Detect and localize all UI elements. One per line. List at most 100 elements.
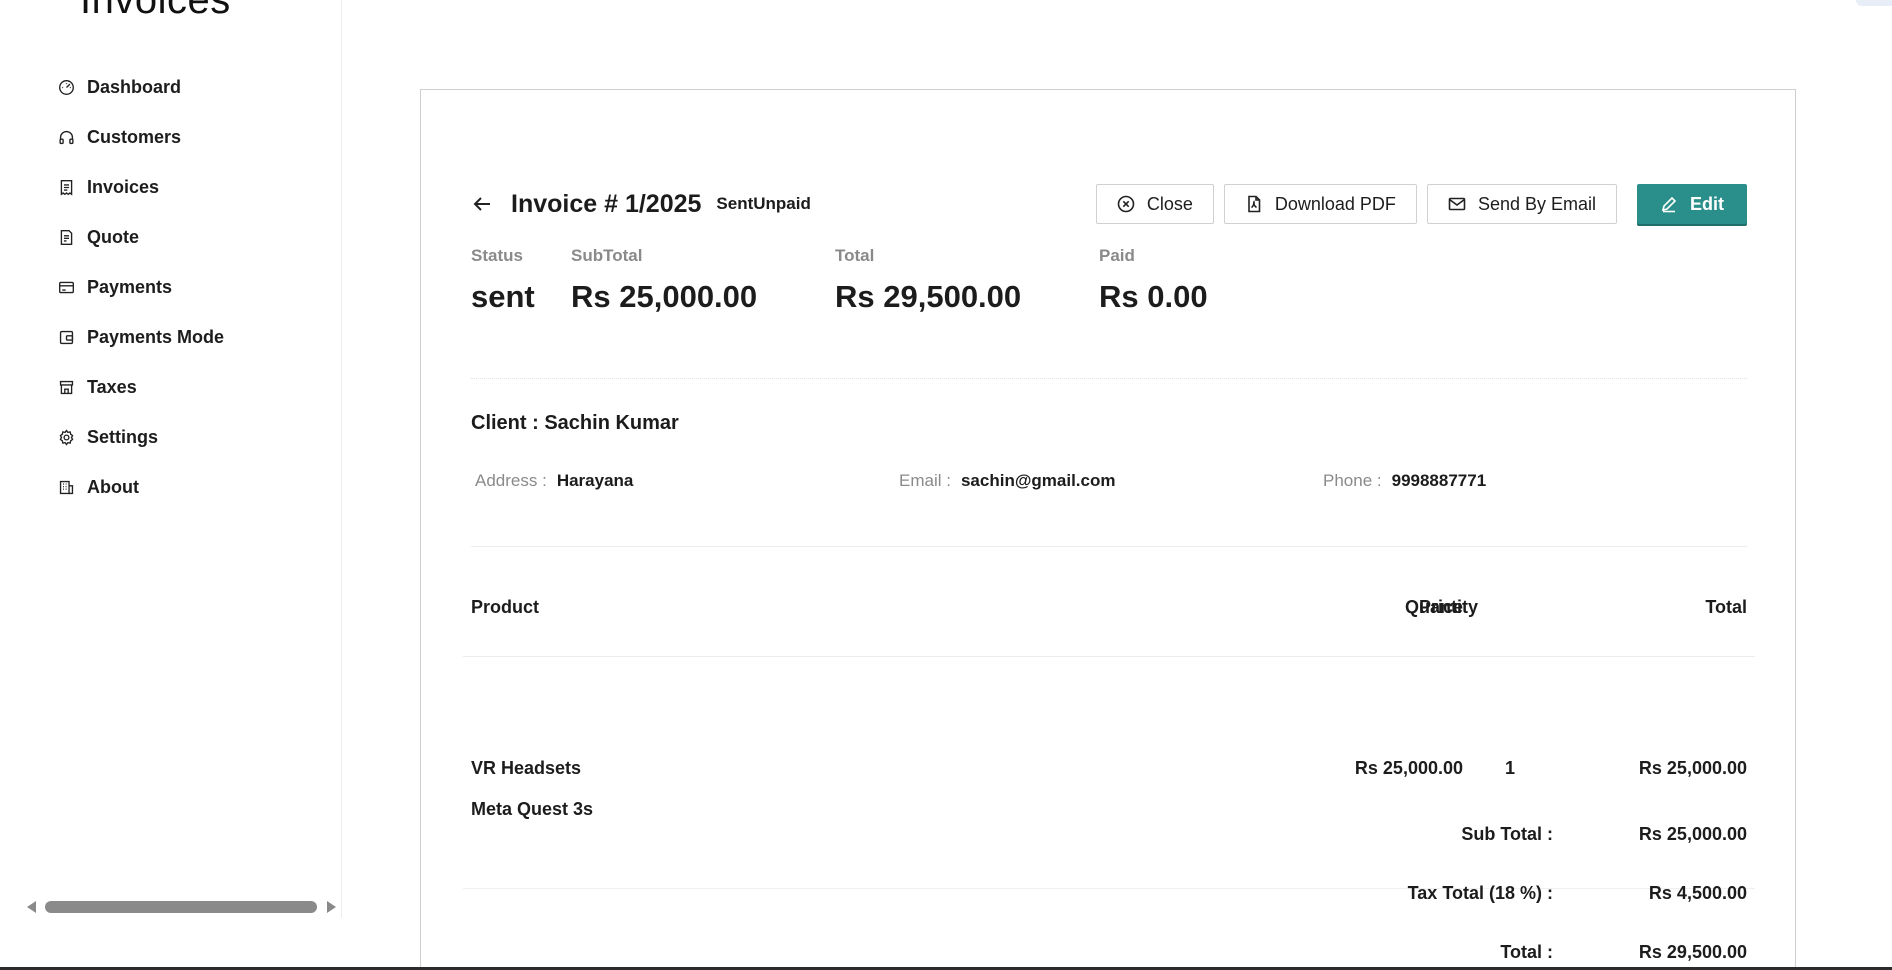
email-value: sachin@gmail.com: [960, 471, 1116, 490]
edit-button[interactable]: Edit: [1637, 184, 1747, 224]
phone-value: 9998887771: [1391, 471, 1487, 490]
sidebar-item-label: Quote: [87, 226, 139, 247]
sidebar-horizontal-scrollbar[interactable]: [26, 898, 336, 916]
sidebar-item-label: About: [87, 476, 139, 497]
sidebar-item-payments-mode[interactable]: Payments Mode: [0, 312, 342, 362]
totals-subtotal-value: Rs 25,000.00: [1638, 824, 1747, 844]
sidebar-item-dashboard[interactable]: Dashboard: [0, 62, 342, 112]
invoice-icon: [56, 177, 76, 197]
stat-total-label: Total: [835, 246, 875, 265]
sidebar-item-label: Dashboard: [87, 76, 182, 97]
scroll-right-arrow-icon[interactable]: [327, 901, 336, 913]
table-header-divider: [463, 656, 1755, 657]
divider: [471, 546, 1747, 547]
edit-button-label: Edit: [1690, 193, 1724, 214]
mail-icon: [1448, 197, 1466, 211]
address-value: Harayana: [556, 471, 634, 490]
sidebar-item-label: Customers: [87, 126, 182, 147]
invoice-totals: Sub Total : Rs 25,000.00 Tax Total (18 %…: [421, 824, 1797, 970]
invoice-title: Invoice # 1/2025: [511, 189, 702, 218]
app-root: Invoices Dashboard Customers Invoices Qu…: [0, 0, 1892, 970]
close-button[interactable]: Close: [1095, 184, 1214, 224]
totals-subtotal: Sub Total : Rs 25,000.00: [421, 824, 1797, 883]
invoice-actions: Close Download PDF Send By Email Edit: [1086, 184, 1747, 224]
totals-subtotal-label: Sub Total :: [1461, 824, 1553, 844]
items-table: Product Price Quantity Total VR Headsets…: [463, 590, 1755, 889]
header-product: Product: [471, 597, 540, 617]
table-row: VR Headsets Meta Quest 3s Rs 25,000.00 1…: [463, 710, 1755, 830]
sidebar-item-customers[interactable]: Customers: [0, 112, 342, 162]
sidebar-item-label: Invoices: [87, 176, 160, 197]
wallet-icon: [56, 327, 76, 347]
gear-icon: [56, 427, 76, 447]
sidebar-item-payments[interactable]: Payments: [0, 262, 342, 312]
divider: [471, 378, 1747, 379]
sidebar-item-label: Settings: [87, 426, 159, 447]
row-total: Rs 25,000.00: [1638, 758, 1747, 778]
row-product-name: VR Headsets: [471, 758, 582, 778]
stat-paid: Paid Rs 0.00: [1099, 246, 1299, 315]
row-price: Rs 25,000.00: [1354, 758, 1463, 778]
row-quantity: 1: [1505, 758, 1516, 778]
sidebar-item-label: Taxes: [87, 376, 137, 397]
stat-subtotal-value: Rs 25,000.00: [571, 279, 758, 314]
send-by-email-label: Send By Email: [1477, 193, 1596, 214]
stat-status-label: Status: [471, 246, 523, 265]
client-name: Client : Sachin Kumar: [471, 412, 679, 434]
totals-total-value: Rs 29,500.00: [1638, 942, 1747, 962]
file-pdf-icon: [1248, 195, 1261, 213]
sidebar-item-about[interactable]: About: [0, 462, 342, 512]
invoice-status-tags: SentUnpaid: [716, 194, 811, 213]
stat-status-value: sent: [471, 279, 535, 314]
headset-icon: [56, 127, 76, 147]
sidebar-item-taxes[interactable]: Taxes: [0, 362, 342, 412]
totals-tax-label: Tax Total (18 %) :: [1407, 883, 1553, 903]
sidebar-item-settings[interactable]: Settings: [0, 412, 342, 462]
totals-tax-value: Rs 4,500.00: [1648, 883, 1747, 903]
totals-grand-total: Total : Rs 29,500.00: [421, 942, 1797, 970]
stat-paid-label: Paid: [1099, 246, 1135, 265]
corner-decoration: [1856, 0, 1892, 6]
quote-icon: [56, 227, 76, 247]
sidebar-item-label: Payments Mode: [87, 326, 225, 347]
close-button-label: Close: [1146, 193, 1193, 214]
sidebar: Invoices Dashboard Customers Invoices Qu…: [0, 0, 342, 918]
invoice-card: Invoice # 1/2025 SentUnpaid Close Downlo…: [420, 89, 1796, 970]
sidebar-item-quote[interactable]: Quote: [0, 212, 342, 262]
stat-subtotal: SubTotal Rs 25,000.00: [571, 246, 835, 315]
row-product-description: Meta Quest 3s: [471, 799, 594, 819]
address-label: Address :: [475, 471, 547, 490]
close-circle-icon: [1117, 195, 1135, 213]
edit-pencil-icon: [1661, 196, 1677, 213]
dashboard-icon: [56, 77, 76, 97]
sidebar-item-label: Payments: [87, 276, 173, 297]
client-details: Address : Harayana Email : sachin@gmail.…: [475, 469, 1747, 493]
send-by-email-button[interactable]: Send By Email: [1426, 184, 1617, 224]
stat-paid-value: Rs 0.00: [1099, 279, 1208, 314]
sidebar-nav: Dashboard Customers Invoices Quote Payme…: [0, 62, 342, 512]
header-total: Total: [1705, 597, 1747, 617]
scrollbar-thumb[interactable]: [45, 901, 317, 913]
client-phone: Phone : 9998887771: [1323, 469, 1747, 493]
header-quantity: Quantity: [1405, 597, 1479, 617]
stat-total: Total Rs 29,500.00: [835, 246, 1099, 315]
invoice-stats: Status sent SubTotal Rs 25,000.00 Total …: [471, 246, 1299, 315]
client-address: Address : Harayana: [475, 469, 899, 493]
app-logo-title: Invoices: [80, 0, 231, 22]
download-pdf-button[interactable]: Download PDF: [1223, 184, 1417, 224]
credit-card-icon: [56, 277, 76, 297]
building-icon: [56, 477, 76, 497]
scroll-left-arrow-icon[interactable]: [27, 901, 36, 913]
totals-total-label: Total :: [1500, 942, 1553, 962]
client-email: Email : sachin@gmail.com: [899, 469, 1323, 493]
totals-tax: Tax Total (18 %) : Rs 4,500.00: [421, 883, 1797, 942]
shop-icon: [56, 377, 76, 397]
back-arrow-icon[interactable]: [471, 193, 493, 215]
stat-total-value: Rs 29,500.00: [835, 279, 1022, 314]
invoice-header: Invoice # 1/2025 SentUnpaid Close Downlo…: [471, 183, 1747, 225]
sidebar-item-invoices[interactable]: Invoices: [0, 162, 342, 212]
download-pdf-label: Download PDF: [1274, 193, 1396, 214]
email-label: Email :: [899, 471, 951, 490]
phone-label: Phone :: [1323, 471, 1382, 490]
stat-status: Status sent: [471, 246, 571, 315]
